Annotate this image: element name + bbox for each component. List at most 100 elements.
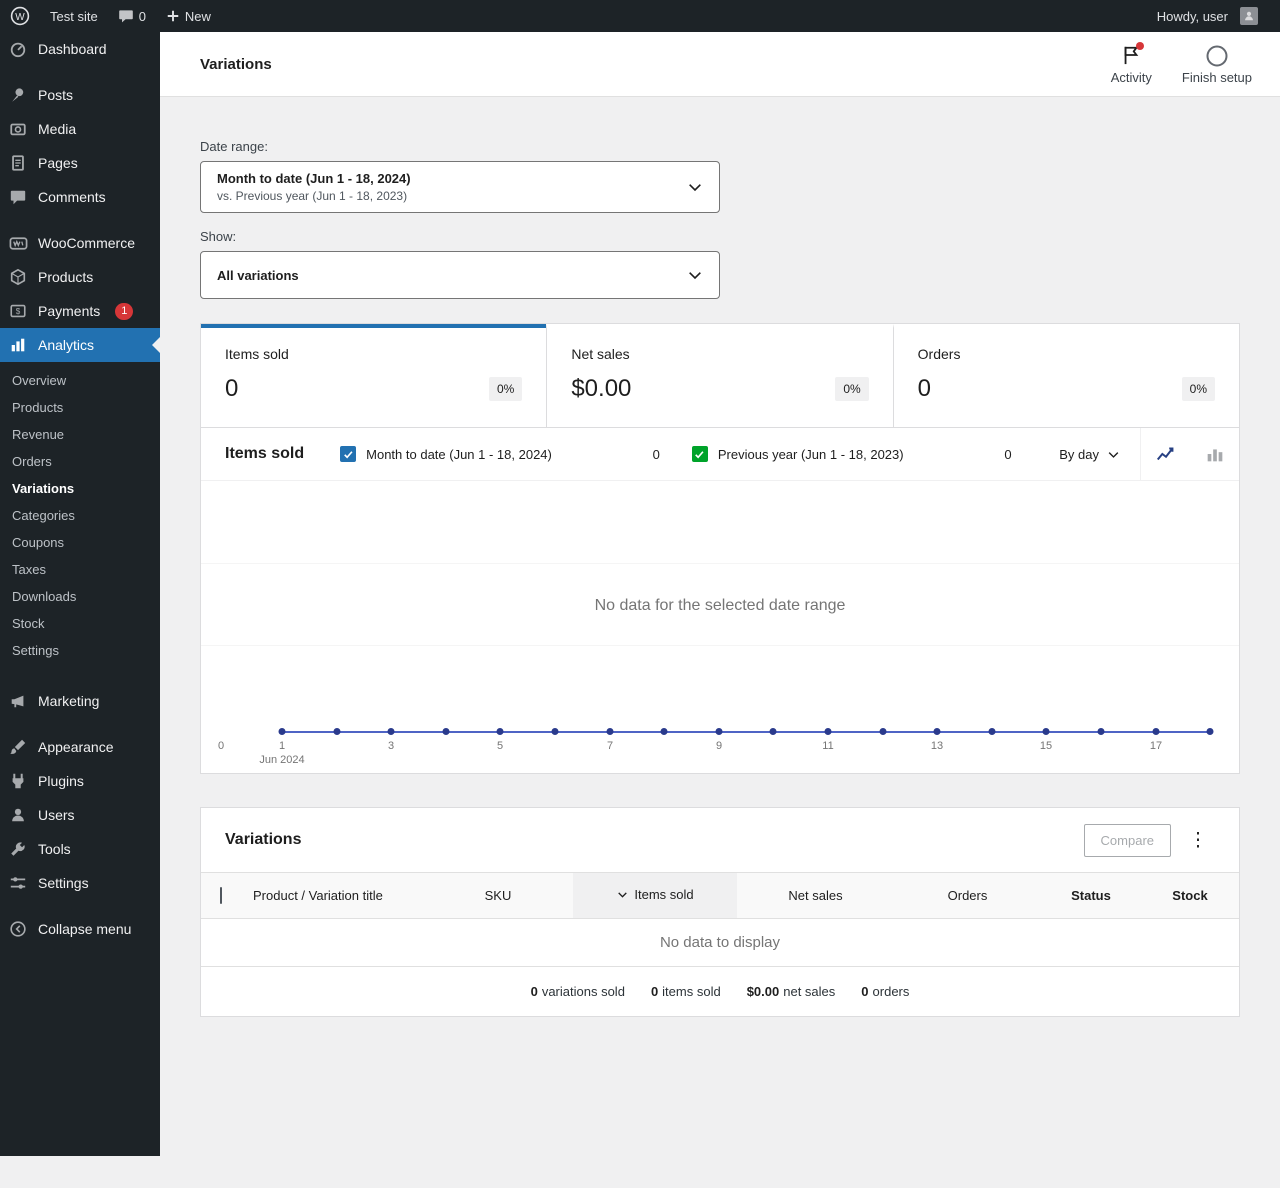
submenu-item-orders[interactable]: Orders bbox=[0, 448, 160, 475]
admin-bar-site-name[interactable]: Test site bbox=[40, 0, 108, 32]
show-label: Show: bbox=[200, 229, 1240, 244]
column-items-sold[interactable]: Items sold bbox=[573, 873, 737, 919]
submenu-item-revenue[interactable]: Revenue bbox=[0, 421, 160, 448]
summary-stats: Items sold 0 0% Net sales $0.00 0% Order… bbox=[201, 324, 1239, 427]
submenu-item-coupons[interactable]: Coupons bbox=[0, 529, 160, 556]
submenu-item-products[interactable]: Products bbox=[0, 394, 160, 421]
chevron-down-icon bbox=[687, 267, 703, 283]
chevron-down-icon bbox=[1107, 448, 1120, 461]
chart-type-toggle bbox=[1140, 428, 1239, 480]
legend-secondary-label: Previous year (Jun 1 - 18, 2023) bbox=[718, 447, 904, 462]
sidebar-item-label: Settings bbox=[38, 875, 89, 891]
sidebar-item-settings[interactable]: Settings bbox=[0, 866, 160, 900]
activity-label: Activity bbox=[1111, 70, 1152, 85]
admin-bar-account[interactable]: Howdy, user bbox=[1147, 0, 1268, 32]
comments-bubble-icon bbox=[118, 8, 134, 24]
column-status[interactable]: Status bbox=[1041, 873, 1141, 919]
compare-button[interactable]: Compare bbox=[1084, 824, 1171, 857]
sidebar-item-woocommerce[interactable]: WooCommerce bbox=[0, 226, 160, 260]
new-label: New bbox=[185, 9, 211, 24]
date-range-select[interactable]: Month to date (Jun 1 - 18, 2024) vs. Pre… bbox=[200, 161, 720, 213]
date-range-value: Month to date (Jun 1 - 18, 2024) bbox=[217, 171, 411, 186]
sidebar-item-posts[interactable]: Posts bbox=[0, 78, 160, 112]
howdy-label: Howdy, user bbox=[1157, 9, 1228, 24]
column-stock[interactable]: Stock bbox=[1141, 873, 1239, 919]
collapse-icon bbox=[8, 919, 28, 939]
submenu-item-variations[interactable]: Variations bbox=[0, 475, 160, 502]
kebab-menu-icon[interactable]: ⋮ bbox=[1181, 823, 1215, 857]
sidebar-item-users[interactable]: Users bbox=[0, 798, 160, 832]
stat-label: Orders bbox=[918, 346, 1215, 362]
y-axis-zero-label: 0 bbox=[218, 740, 224, 752]
settings-icon bbox=[8, 873, 28, 893]
report-card: Items sold 0 0% Net sales $0.00 0% Order… bbox=[200, 323, 1240, 774]
check-icon bbox=[343, 449, 354, 460]
sidebar-item-analytics[interactable]: Analytics bbox=[0, 328, 160, 362]
submenu-item-categories[interactable]: Categories bbox=[0, 502, 160, 529]
legend-secondary[interactable]: Previous year (Jun 1 - 18, 2023) 0 bbox=[676, 428, 1028, 480]
submenu-item-settings[interactable]: Settings bbox=[0, 637, 160, 664]
chart-point bbox=[1207, 728, 1214, 735]
sidebar-item-label: Pages bbox=[38, 155, 78, 171]
chart-point bbox=[552, 728, 559, 735]
page-title: Variations bbox=[200, 56, 272, 73]
wordpress-logo[interactable]: W bbox=[0, 0, 40, 32]
show-select[interactable]: All variations bbox=[200, 251, 720, 299]
legend-primary-label: Month to date (Jun 1 - 18, 2024) bbox=[366, 447, 552, 462]
pages-icon bbox=[8, 153, 28, 173]
column-product-title[interactable]: Product / Variation title bbox=[241, 873, 423, 919]
interval-select[interactable]: By day bbox=[1045, 447, 1134, 462]
sidebar-item-marketing[interactable]: Marketing bbox=[0, 684, 160, 718]
finish-setup-button[interactable]: Finish setup bbox=[1182, 44, 1252, 85]
checkbox-checked-primary[interactable] bbox=[340, 446, 356, 462]
stat-orders[interactable]: Orders 0 0% bbox=[893, 324, 1239, 427]
submenu-item-stock[interactable]: Stock bbox=[0, 610, 160, 637]
sidebar-item-media[interactable]: Media bbox=[0, 112, 160, 146]
submenu-item-overview[interactable]: Overview bbox=[0, 367, 160, 394]
line-chart-button[interactable] bbox=[1141, 428, 1190, 480]
activity-button[interactable]: Activity bbox=[1111, 44, 1152, 85]
comments-icon bbox=[8, 187, 28, 207]
sidebar-item-tools[interactable]: Tools bbox=[0, 832, 160, 866]
checkbox-checked-secondary[interactable] bbox=[692, 446, 708, 462]
plugins-icon bbox=[8, 771, 28, 791]
admin-bar-new[interactable]: New bbox=[156, 0, 221, 32]
date-range-label: Date range: bbox=[200, 139, 1240, 154]
sidebar-item-payments[interactable]: $ Payments 1 bbox=[0, 294, 160, 328]
x-axis-month-label: Jun 2024 bbox=[259, 754, 304, 766]
sidebar-item-pages[interactable]: Pages bbox=[0, 146, 160, 180]
sidebar-item-dashboard[interactable]: Dashboard bbox=[0, 32, 160, 66]
tools-icon bbox=[8, 839, 28, 859]
stat-items-sold[interactable]: Items sold 0 0% bbox=[201, 324, 546, 427]
svg-text:W: W bbox=[15, 12, 25, 23]
admin-bar-comments[interactable]: 0 bbox=[108, 0, 156, 32]
x-tick: 11 bbox=[822, 740, 833, 752]
avatar bbox=[1240, 7, 1258, 25]
x-tick: 13 bbox=[931, 740, 943, 752]
chart-point bbox=[879, 728, 886, 735]
sidebar-item-plugins[interactable]: Plugins bbox=[0, 764, 160, 798]
chart-point bbox=[1098, 728, 1105, 735]
variations-table-card: Variations Compare ⋮ Product / Variation… bbox=[200, 807, 1240, 1017]
sidebar-item-collapse-menu[interactable]: Collapse menu bbox=[0, 912, 160, 946]
chart-point bbox=[661, 728, 668, 735]
svg-text:$: $ bbox=[16, 307, 21, 316]
show-value: All variations bbox=[217, 268, 299, 283]
submenu-item-taxes[interactable]: Taxes bbox=[0, 556, 160, 583]
select-all-checkbox[interactable] bbox=[220, 887, 222, 904]
sidebar-item-comments[interactable]: Comments bbox=[0, 180, 160, 214]
sidebar-item-products[interactable]: Products bbox=[0, 260, 160, 294]
gridline bbox=[201, 563, 1239, 564]
sidebar-item-label: Comments bbox=[38, 189, 106, 205]
date-range-compare: vs. Previous year (Jun 1 - 18, 2023) bbox=[217, 189, 411, 203]
bar-chart-button[interactable] bbox=[1190, 428, 1239, 480]
submenu-item-downloads[interactable]: Downloads bbox=[0, 583, 160, 610]
stat-net-sales[interactable]: Net sales $0.00 0% bbox=[546, 324, 892, 427]
column-net-sales[interactable]: Net sales bbox=[737, 873, 894, 919]
sidebar-item-appearance[interactable]: Appearance bbox=[0, 730, 160, 764]
sidebar-item-label: Analytics bbox=[38, 337, 94, 353]
column-orders[interactable]: Orders bbox=[894, 873, 1041, 919]
x-tick: 7 bbox=[607, 740, 613, 752]
column-sku[interactable]: SKU bbox=[423, 873, 573, 919]
legend-primary[interactable]: Month to date (Jun 1 - 18, 2024) 0 bbox=[324, 428, 676, 480]
